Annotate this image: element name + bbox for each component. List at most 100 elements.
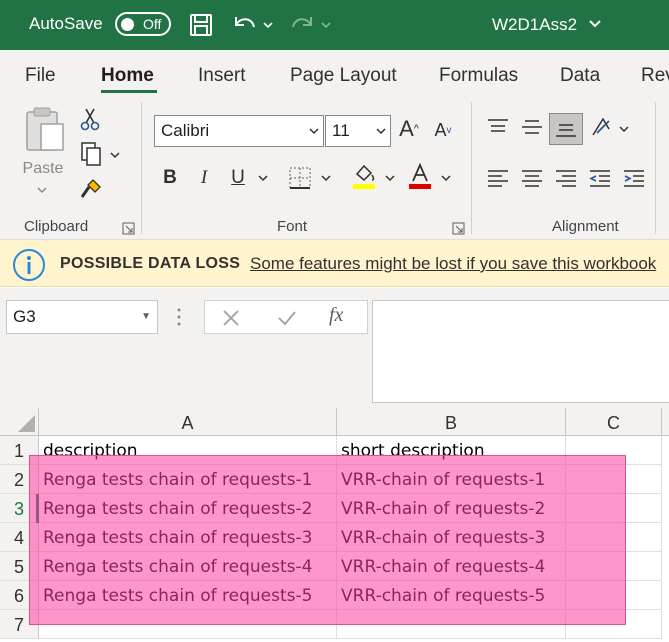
chevron-down-icon[interactable]	[588, 14, 602, 39]
cell-b4[interactable]: VRR-chain of requests-3	[337, 523, 566, 552]
redo-icon[interactable]	[287, 10, 317, 40]
format-painter-icon[interactable]	[78, 176, 104, 202]
cell-c2[interactable]	[566, 465, 662, 494]
cell-c4[interactable]	[566, 523, 662, 552]
cell-a7[interactable]	[39, 610, 337, 639]
font-launcher-icon[interactable]	[452, 222, 465, 240]
infobar-title: POSSIBLE DATA LOSS	[60, 255, 241, 272]
row-header[interactable]: 7	[0, 610, 39, 639]
decrease-indent-icon[interactable]	[586, 166, 614, 190]
cell-b7[interactable]	[337, 610, 566, 639]
row-header[interactable]: 2	[0, 465, 39, 494]
tab-insert[interactable]: Insert	[198, 65, 246, 87]
formula-input[interactable]	[372, 300, 669, 403]
enter-icon[interactable]	[277, 308, 297, 333]
cell-a4[interactable]: Renga tests chain of requests-3	[39, 523, 337, 552]
borders-dropdown-icon[interactable]	[319, 172, 333, 184]
info-icon	[12, 248, 46, 287]
align-right-icon[interactable]	[552, 166, 580, 190]
bold-button[interactable]: B	[158, 164, 182, 192]
infobar-message-link[interactable]: Some features might be lost if you save …	[250, 254, 656, 274]
cell-a3[interactable]: Renga tests chain of requests-2	[39, 494, 337, 523]
font-group-label: Font	[277, 218, 308, 235]
paste-icon[interactable]	[22, 106, 68, 154]
alignment-group-label: Alignment	[552, 218, 619, 235]
fill-color-dropdown-icon[interactable]	[383, 172, 397, 184]
autosave-label: AutoSave	[29, 14, 103, 33]
increase-font-size-icon[interactable]: A ^	[396, 114, 422, 144]
font-size-dropdown-icon[interactable]	[376, 116, 386, 156]
title-bar: AutoSave Off W2D1Ass2	[0, 0, 669, 50]
cell-c6[interactable]	[566, 581, 662, 610]
excel-window: AutoSave Off W2D1Ass2 File Home Insert P…	[0, 0, 669, 642]
fill-color-icon[interactable]	[350, 162, 378, 192]
orientation-dropdown-icon[interactable]	[618, 124, 630, 134]
font-name-combo[interactable]: Calibri	[154, 115, 324, 147]
align-center-icon[interactable]	[518, 166, 546, 190]
autosave-toggle[interactable]: Off	[115, 12, 171, 36]
font-color-dropdown-icon[interactable]	[439, 172, 453, 184]
tab-home[interactable]: Home	[101, 65, 154, 87]
row-header[interactable]: 1	[0, 436, 39, 465]
cell-b3[interactable]: VRR-chain of requests-2	[337, 494, 566, 523]
font-color-icon[interactable]	[406, 162, 434, 192]
cancel-icon[interactable]	[221, 308, 241, 333]
name-box-dropdown-icon[interactable]: ▼	[141, 301, 151, 333]
tab-formulas[interactable]: Formulas	[439, 65, 518, 87]
cell-b5[interactable]: VRR-chain of requests-4	[337, 552, 566, 581]
copy-icon[interactable]	[78, 140, 104, 168]
cell-c1[interactable]	[566, 436, 662, 465]
tab-review[interactable]: Rev	[641, 65, 669, 87]
clipboard-launcher-icon[interactable]	[122, 222, 135, 240]
cell-a2[interactable]: Renga tests chain of requests-1	[39, 465, 337, 494]
row-header[interactable]: 4	[0, 523, 39, 552]
row-header[interactable]: 6	[0, 581, 39, 610]
cell-c3[interactable]	[566, 494, 662, 523]
document-title[interactable]: W2D1Ass2	[492, 15, 577, 35]
font-size-combo[interactable]: 11	[325, 115, 391, 147]
save-icon[interactable]	[187, 10, 215, 40]
paste-label[interactable]: Paste	[22, 158, 64, 180]
italic-button[interactable]: I	[192, 164, 216, 192]
formula-bar: G3 ▼ fx	[0, 288, 669, 408]
increase-indent-icon[interactable]	[620, 166, 648, 190]
ribbon-tabs: File Home Insert Page Layout Formulas Da…	[0, 50, 669, 98]
cell-a1[interactable]: description	[39, 436, 337, 465]
column-header-c[interactable]: C	[566, 408, 662, 436]
undo-dropdown-icon[interactable]	[261, 10, 275, 40]
cell-b2[interactable]: VRR-chain of requests-1	[337, 465, 566, 494]
cut-icon[interactable]	[78, 106, 102, 132]
insert-function-icon[interactable]: fx	[329, 304, 343, 327]
cell-b6[interactable]: VRR-chain of requests-5	[337, 581, 566, 610]
formula-bar-grip-icon[interactable]	[176, 306, 182, 333]
underline-button[interactable]: U	[226, 164, 250, 192]
formula-buttons: fx	[204, 300, 368, 334]
font-name-dropdown-icon[interactable]	[309, 116, 319, 156]
name-box[interactable]: G3 ▼	[6, 300, 158, 334]
cell-c5[interactable]	[566, 552, 662, 581]
cell-a5[interactable]: Renga tests chain of requests-4	[39, 552, 337, 581]
bottom-align-icon[interactable]	[549, 113, 583, 145]
cell-a6[interactable]: Renga tests chain of requests-5	[39, 581, 337, 610]
tab-file[interactable]: File	[25, 65, 56, 87]
top-align-icon[interactable]	[484, 116, 512, 138]
orientation-icon[interactable]	[588, 114, 616, 142]
column-header-b[interactable]: B	[337, 408, 566, 436]
borders-icon[interactable]	[286, 164, 314, 192]
tab-page-layout[interactable]: Page Layout	[290, 65, 397, 87]
column-header-d[interactable]	[662, 408, 669, 436]
underline-dropdown-icon[interactable]	[256, 172, 270, 184]
decrease-font-size-icon[interactable]: Av	[430, 116, 456, 144]
row-header-active[interactable]: 3	[0, 494, 39, 523]
paste-dropdown-icon[interactable]	[34, 184, 50, 196]
cell-c7[interactable]	[566, 610, 662, 639]
tab-data[interactable]: Data	[560, 65, 600, 87]
column-header-a[interactable]: A	[39, 408, 337, 436]
cell-b1[interactable]: short description	[337, 436, 566, 465]
copy-dropdown-icon[interactable]	[108, 150, 122, 160]
row-header[interactable]: 5	[0, 552, 39, 581]
middle-align-icon[interactable]	[518, 116, 546, 138]
select-all-button[interactable]	[0, 408, 39, 436]
align-left-icon[interactable]	[484, 166, 512, 190]
undo-icon[interactable]	[230, 10, 260, 40]
